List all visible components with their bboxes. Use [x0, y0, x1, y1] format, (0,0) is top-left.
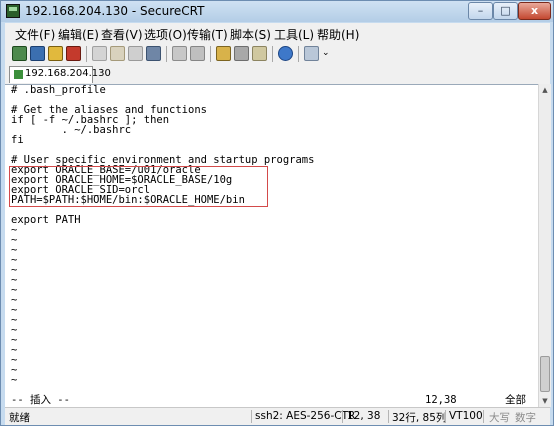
global-options-icon[interactable]	[234, 46, 249, 61]
securecrt-app-icon[interactable]	[6, 4, 20, 18]
menu-bar: 文件(F) 编辑(E) 查看(V) 选项(O) 传输(T) 脚本(S) 工具(L…	[5, 23, 550, 43]
toolbar-separator	[210, 46, 211, 62]
oracle-env-highlight	[9, 166, 268, 207]
status-divider	[445, 410, 446, 423]
securecrt-window: 192.168.204.130 - SecureCRT – □ x 文件(F) …	[0, 0, 554, 426]
toolbar: ⌄	[5, 43, 550, 66]
menu-tools[interactable]: 工具(L)	[274, 26, 314, 43]
print-icon[interactable]	[172, 46, 187, 61]
find-icon[interactable]	[146, 46, 161, 61]
status-terminal-type: VT100	[449, 410, 483, 422]
status-divider	[342, 410, 343, 423]
vim-scroll-position: 全部	[505, 394, 526, 406]
status-cursor-position: 12, 38	[347, 410, 381, 422]
copy-paste-icon[interactable]	[128, 46, 143, 61]
print-screen-icon[interactable]	[190, 46, 205, 61]
scroll-down-icon[interactable]: ▼	[539, 395, 551, 407]
session-status-icon	[14, 70, 23, 79]
status-caps-lock: 大写	[489, 412, 510, 424]
status-divider	[251, 410, 252, 423]
toolbar-separator	[86, 46, 87, 62]
status-divider	[483, 410, 484, 423]
menu-edit[interactable]: 编辑(E)	[58, 26, 99, 43]
maximize-button[interactable]: □	[493, 2, 518, 20]
menu-file[interactable]: 文件(F)	[15, 26, 55, 43]
window-title: 192.168.204.130 - SecureCRT	[25, 4, 205, 18]
close-button[interactable]: x	[518, 2, 551, 20]
session-tab-strip: 192.168.204.130	[5, 65, 550, 84]
vim-cursor-position: 12,38	[425, 394, 457, 406]
paste-icon[interactable]	[110, 46, 125, 61]
status-encryption: ssh2: AES-256-CTR	[255, 410, 356, 422]
menu-options[interactable]: 选项(O)	[144, 26, 187, 43]
title-bar[interactable]: 192.168.204.130 - SecureCRT – □ x	[1, 1, 553, 22]
status-ready: 就绪	[9, 412, 30, 424]
menu-script[interactable]: 脚本(S)	[230, 26, 271, 43]
terminal-line: ~	[11, 374, 18, 386]
terminal-scrollbar[interactable]: ▲ ▼	[538, 84, 551, 407]
reconnect-icon[interactable]	[48, 46, 63, 61]
terminal-line: export PATH	[11, 214, 81, 226]
menu-view[interactable]: 查看(V)	[101, 26, 143, 43]
sftp-icon[interactable]	[304, 46, 319, 61]
session-options-icon[interactable]	[216, 46, 231, 61]
status-num-lock: 数字	[515, 412, 536, 424]
tab-session-192-168-204-130[interactable]: 192.168.204.130	[9, 66, 111, 83]
connect-icon[interactable]	[12, 46, 27, 61]
tab-label: 192.168.204.130	[25, 68, 111, 79]
terminal-screen[interactable]: # .bash_profile # Get the aliases and fu…	[5, 84, 538, 408]
keymap-icon[interactable]	[252, 46, 267, 61]
menu-transfer[interactable]: 传输(T)	[187, 26, 228, 43]
status-terminal-size: 32行, 85列	[392, 412, 447, 424]
toolbar-separator	[166, 46, 167, 62]
scroll-up-icon[interactable]: ▲	[539, 84, 551, 96]
toolbar-separator	[298, 46, 299, 62]
vim-mode-line: -- 插入 --	[11, 394, 70, 406]
terminal-line: fi	[11, 134, 24, 146]
scrollbar-thumb[interactable]	[540, 356, 550, 392]
disconnect-icon[interactable]	[66, 46, 81, 61]
quick-connect-icon[interactable]	[30, 46, 45, 61]
status-bar: 就绪 ssh2: AES-256-CTR 12, 38 32行, 85列 VT1…	[5, 407, 550, 425]
terminal-line: . ~/.bashrc	[11, 124, 132, 136]
menu-help[interactable]: 帮助(H)	[317, 26, 359, 43]
help-icon[interactable]	[278, 46, 293, 61]
terminal-line: # .bash_profile	[11, 84, 106, 96]
toolbar-more-icon[interactable]: ⌄	[322, 48, 330, 58]
minimize-button[interactable]: –	[468, 2, 493, 20]
status-divider	[388, 410, 389, 423]
toolbar-separator	[272, 46, 273, 62]
copy-icon[interactable]	[92, 46, 107, 61]
